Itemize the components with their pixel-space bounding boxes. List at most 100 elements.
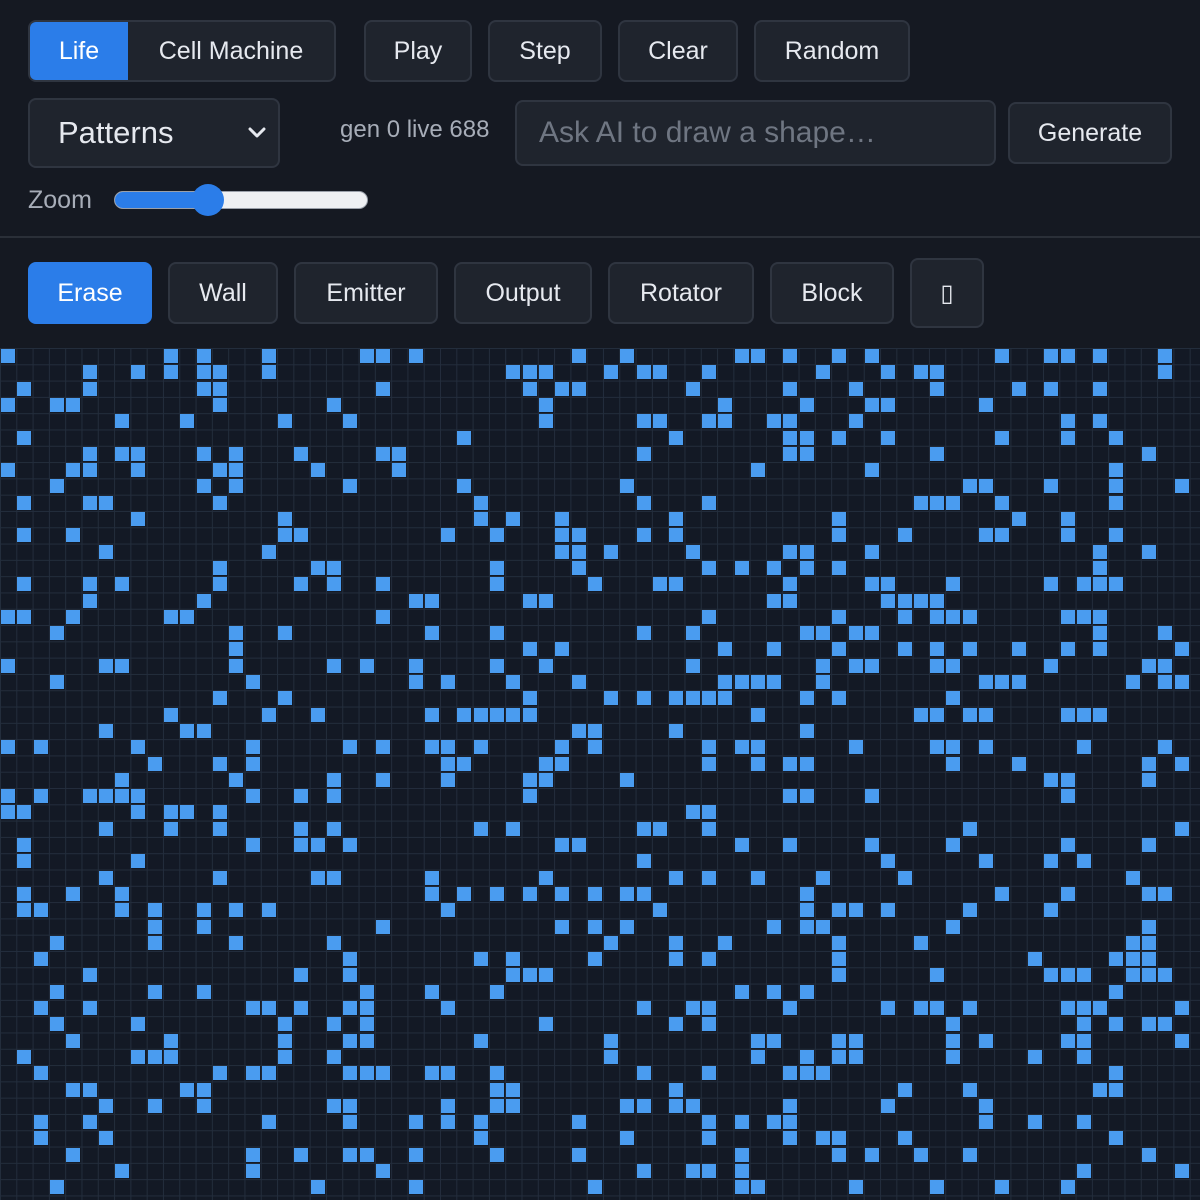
live-cell (946, 1017, 961, 1032)
live-cell (979, 479, 993, 494)
live-cell (261, 1115, 276, 1130)
live-cell (864, 1147, 879, 1162)
live-cell (734, 675, 749, 689)
tool-erase-button[interactable]: Erase (28, 262, 152, 324)
tool-rotator-button[interactable]: Rotator (608, 262, 754, 324)
live-cell (441, 1115, 456, 1130)
live-cell (750, 675, 765, 689)
live-cell (783, 349, 798, 363)
live-cell (604, 544, 619, 559)
live-cell (604, 1049, 619, 1064)
live-cell (115, 1164, 130, 1178)
zoom-slider-track[interactable] (114, 191, 368, 209)
live-cell (799, 544, 814, 559)
live-cell (131, 365, 146, 380)
live-cell (897, 593, 912, 608)
live-cell (506, 707, 521, 722)
live-cell (555, 756, 570, 771)
live-cell (441, 903, 456, 918)
life-grid-canvas[interactable] (0, 348, 1200, 1200)
live-cell (930, 658, 945, 673)
live-cell (1060, 772, 1075, 787)
live-cell (294, 528, 309, 543)
patterns-select[interactable]: Patterns (28, 98, 280, 168)
live-cell (783, 577, 798, 592)
live-cell (1174, 1164, 1189, 1178)
live-cell (913, 1147, 928, 1162)
ai-prompt-input[interactable] (515, 100, 996, 166)
live-cell (1076, 1164, 1091, 1178)
random-button[interactable]: Random (754, 20, 910, 82)
live-cell (979, 1033, 993, 1048)
live-cell (408, 658, 423, 673)
live-cell (897, 642, 912, 657)
live-cell (245, 838, 260, 852)
live-cell (799, 984, 814, 999)
live-cell (701, 952, 716, 967)
live-cell (196, 723, 211, 738)
live-cell (98, 870, 113, 885)
live-cell (1, 740, 15, 755)
live-cell (343, 1066, 358, 1081)
generate-button[interactable]: Generate (1008, 102, 1172, 164)
live-cell (278, 691, 293, 706)
live-cell (832, 952, 847, 967)
live-cell (98, 495, 113, 510)
live-cell (278, 1033, 293, 1048)
play-button[interactable]: Play (364, 20, 472, 82)
live-cell (636, 854, 651, 869)
clear-button[interactable]: Clear (618, 20, 738, 82)
live-cell (799, 789, 814, 804)
step-button[interactable]: Step (488, 20, 602, 82)
live-cell (408, 1180, 423, 1195)
live-cell (930, 381, 945, 396)
live-cell (131, 446, 146, 461)
live-cell (441, 1001, 456, 1015)
live-cell (930, 495, 945, 510)
live-cell (1076, 577, 1091, 592)
live-cell (701, 805, 716, 820)
live-cell (636, 1066, 651, 1081)
live-cell (538, 397, 553, 412)
live-cell (212, 870, 227, 885)
live-cell (832, 1049, 847, 1064)
live-cell (1060, 414, 1075, 429)
live-cell (636, 886, 651, 901)
live-cell (66, 886, 81, 901)
live-cell (718, 397, 733, 412)
live-cell (734, 984, 749, 999)
zoom-slider-thumb[interactable] (191, 184, 224, 216)
live-cell (115, 886, 130, 901)
live-cell (278, 528, 293, 543)
tool-emitter-button[interactable]: Emitter (294, 262, 438, 324)
live-cell (816, 1066, 830, 1081)
live-cell (522, 886, 537, 901)
live-cell (913, 707, 928, 722)
live-cell (115, 577, 130, 592)
live-cell (783, 789, 798, 804)
live-cell (864, 789, 879, 804)
mode-life-tab[interactable]: Life (30, 22, 128, 80)
live-cell (343, 1147, 358, 1162)
tool-output-button[interactable]: Output (454, 262, 592, 324)
tool-wall-button[interactable]: Wall (168, 262, 278, 324)
live-cell (538, 414, 553, 429)
live-cell (848, 626, 863, 641)
live-cell (864, 463, 879, 478)
live-cell (82, 593, 97, 608)
tool-extra-button[interactable]: ▯ (910, 258, 984, 328)
live-cell (685, 626, 700, 641)
live-cell (1109, 577, 1124, 592)
live-cell (669, 1017, 684, 1032)
live-cell (1027, 1115, 1042, 1130)
live-cell (571, 528, 586, 543)
mode-cell-machine-tab[interactable]: Cell Machine (128, 22, 334, 80)
live-cell (832, 609, 847, 624)
live-cell (343, 1001, 358, 1015)
live-cell (1060, 789, 1075, 804)
live-cell (848, 903, 863, 918)
live-cell (685, 691, 700, 706)
tool-block-button[interactable]: Block (770, 262, 894, 324)
live-cell (587, 740, 602, 755)
live-cell (701, 740, 716, 755)
